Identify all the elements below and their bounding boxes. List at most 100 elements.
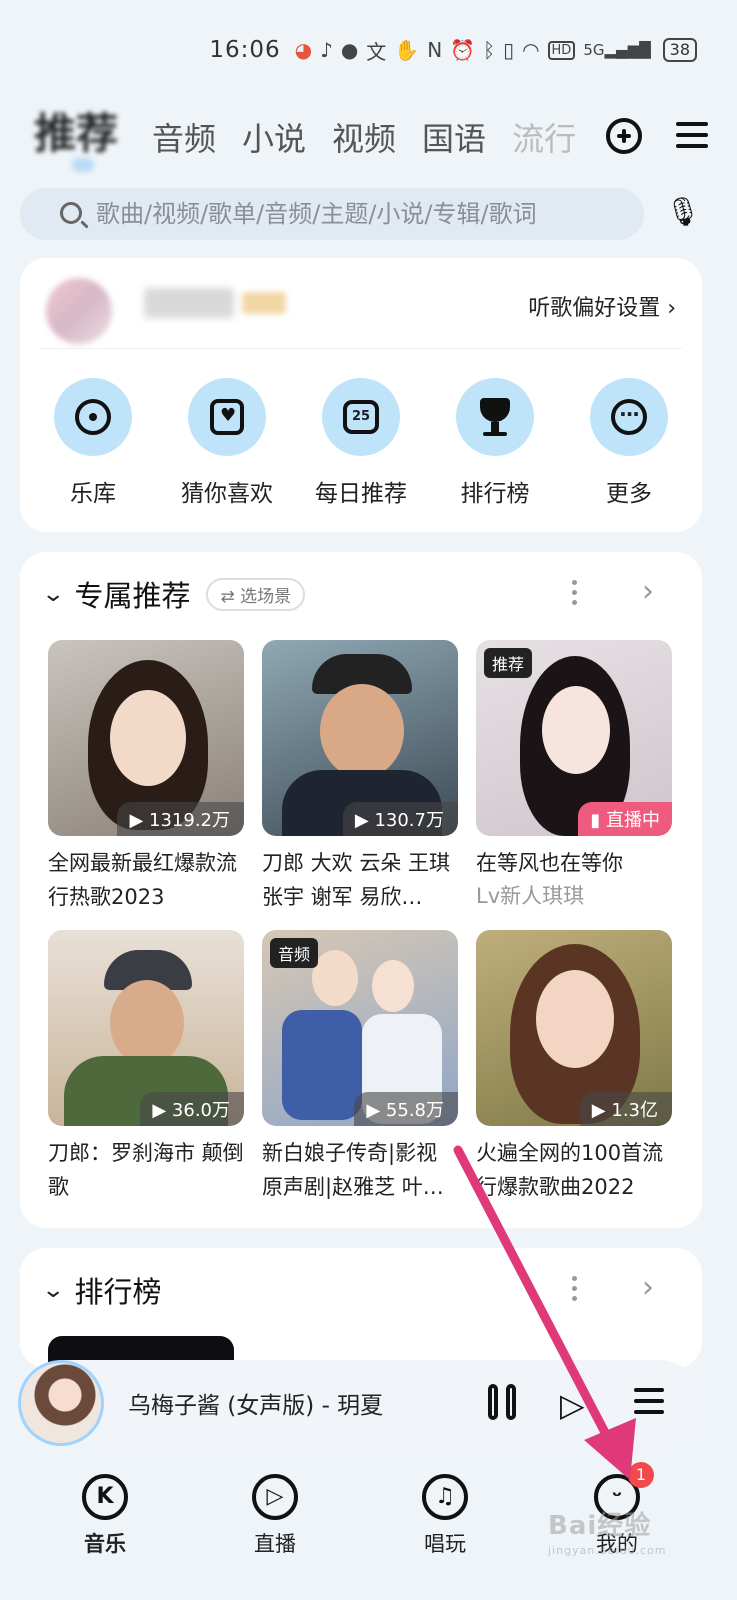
audio-item[interactable]: 音频 ▶ 55.8万 新白娘子传奇|影视原声剧|赵雅芝 叶… <box>262 930 458 1204</box>
vinyl-icon <box>54 378 132 456</box>
shortcut-row: 乐库 猜你喜欢 25 每日推荐 排行榜 ··· 更多 <box>20 378 702 508</box>
add-circle-icon[interactable] <box>606 118 642 154</box>
tab-recommend[interactable]: 推荐 <box>34 100 118 161</box>
chevron-right-icon[interactable]: › <box>642 574 654 609</box>
watermark-brand: Bai经验 <box>548 1511 652 1541</box>
live-title: 在等风也在等你 <box>476 851 623 875</box>
search-bar[interactable] <box>20 188 644 240</box>
nav-label: 音乐 <box>84 1532 126 1556</box>
live-cover: 推荐 ▮ 直播中 <box>476 640 672 836</box>
playlist-queue-icon[interactable] <box>634 1388 664 1421</box>
playlist-item[interactable]: ▶ 1.3亿 火遍全网的100首流行爆款歌曲2022 <box>476 930 672 1204</box>
microphone-icon[interactable]: 🎙 <box>664 193 702 231</box>
mini-player[interactable]: 乌梅子酱 (女声版) - 玥夏 ▷ <box>18 1360 702 1446</box>
play-count: ▶ 1.3亿 <box>579 1092 672 1126</box>
tab-audio[interactable]: 音频 <box>152 114 216 160</box>
play-count: ▶ 1319.2万 <box>117 802 244 836</box>
playlist-cover: ▶ 1.3亿 <box>476 930 672 1126</box>
shortcut-daily-recommend[interactable]: 25 每日推荐 <box>301 378 421 508</box>
active-tab-indicator <box>72 158 94 172</box>
music-k-icon: K <box>82 1474 128 1520</box>
watermark: Bai经验 jingyan.baidu.com <box>548 1505 667 1557</box>
app-icon: ◕ <box>294 38 313 62</box>
calendar-icon: 25 <box>322 378 400 456</box>
menu-icon[interactable] <box>676 122 708 150</box>
streamer-name: Lv新人琪琪 <box>476 884 585 908</box>
playlist-item[interactable]: ▶ 1319.2万 全网最新最红爆款流行热歌2023 <box>48 640 244 914</box>
now-playing-cover[interactable] <box>18 1360 104 1446</box>
playlist-cover: ▶ 130.7万 <box>262 640 458 836</box>
watermark-url: jingyan.baidu.com <box>548 1544 667 1557</box>
kebab-menu-icon[interactable] <box>572 1276 577 1306</box>
playlist-title: 刀郎：罗刹海市 颠倒歌 <box>48 1141 244 1199</box>
nav-label: 唱玩 <box>424 1532 466 1556</box>
playlist-cover: ▶ 1319.2万 <box>48 640 244 836</box>
playlist-title: 全网最新最红爆款流行热歌2023 <box>48 851 237 909</box>
nav-label: 直播 <box>254 1532 296 1556</box>
avatar[interactable] <box>46 278 112 344</box>
top-tab-bar: 推荐 音频 小说 视频 国语 流行 <box>0 98 737 178</box>
tab-novel[interactable]: 小说 <box>242 114 306 160</box>
hand-icon: ✋ <box>394 38 420 62</box>
nav-sing[interactable]: ♫ 唱玩 <box>400 1474 490 1558</box>
chevron-down-icon[interactable]: ⌄ <box>41 582 65 607</box>
trophy-icon <box>456 378 534 456</box>
heart-box-icon <box>188 378 266 456</box>
username-blurred <box>144 288 234 318</box>
shortcut-guess-you-like[interactable]: 猜你喜欢 <box>167 378 287 508</box>
shortcut-charts[interactable]: 排行榜 <box>435 378 555 508</box>
tiktok-icon: ♪ <box>320 38 333 62</box>
next-track-icon[interactable]: ▷ <box>560 1386 585 1424</box>
hd-icon: HD <box>547 40 576 60</box>
nav-live[interactable]: ▷ 直播 <box>230 1474 320 1558</box>
profile-card: 听歌偏好设置 › 乐库 猜你喜欢 25 每日推荐 排行榜 ··· 更多 <box>20 258 702 532</box>
play-count: ▶ 55.8万 <box>354 1092 458 1126</box>
shortcut-label: 排行榜 <box>460 481 530 507</box>
playlist-title: 火遍全网的100首流行爆款歌曲2022 <box>476 1141 664 1199</box>
sing-icon: ♫ <box>422 1474 468 1520</box>
playlist-item[interactable]: ▶ 36.0万 刀郎：罗刹海市 颠倒歌 <box>48 930 244 1204</box>
playlist-title: 新白娘子传奇|影视原声剧|赵雅芝 叶… <box>262 1141 444 1199</box>
more-icon: ··· <box>590 378 668 456</box>
kebab-menu-icon[interactable] <box>572 580 577 610</box>
shortcut-more[interactable]: ··· 更多 <box>569 378 689 508</box>
shortcut-label: 猜你喜欢 <box>181 481 273 507</box>
playlist-item[interactable]: ▶ 130.7万 刀郎 大欢 云朵 王琪 张宇 谢军 易欣… <box>262 640 458 914</box>
status-time: 16:06 <box>209 37 281 63</box>
exclusive-recommend-card: ⌄ 专属推荐 ⇄ 选场景 › ▶ 1319.2万 全网最新最红爆款流行热歌202… <box>20 552 702 1228</box>
tab-pop[interactable]: 流行 <box>512 114 576 160</box>
live-item[interactable]: 推荐 ▮ 直播中 在等风也在等你 Lv新人琪琪 <box>476 640 672 910</box>
listening-preference-link[interactable]: 听歌偏好设置 › <box>528 290 676 322</box>
bluetooth-icon: ᛒ <box>483 38 496 62</box>
nfc-icon: N <box>427 38 443 62</box>
tab-video[interactable]: 视频 <box>332 114 396 160</box>
tab-list: 音频 小说 视频 国语 流行 <box>152 114 576 160</box>
chevron-right-icon[interactable]: › <box>642 1270 654 1305</box>
nav-music[interactable]: K 音乐 <box>60 1474 150 1558</box>
audio-cover: 音频 ▶ 55.8万 <box>262 930 458 1126</box>
vibrate-icon: ▯ <box>503 38 515 62</box>
recommend-tag: 推荐 <box>484 648 533 678</box>
tab-mandarin[interactable]: 国语 <box>422 114 486 160</box>
now-playing-title[interactable]: 乌梅子酱 (女声版) - 玥夏 <box>128 1386 383 1420</box>
message-icon: ● <box>340 38 359 62</box>
playlist-title: 刀郎 大欢 云朵 王琪 张宇 谢军 易欣… <box>262 851 451 909</box>
divider <box>40 348 682 349</box>
shortcut-library[interactable]: 乐库 <box>33 378 153 508</box>
live-status-badge: ▮ 直播中 <box>578 802 672 836</box>
shortcut-label: 更多 <box>606 481 652 507</box>
section-header: ⌄ 排行榜 <box>41 1270 162 1310</box>
pause-button[interactable] <box>488 1384 522 1422</box>
search-input[interactable] <box>62 200 602 228</box>
text-icon: 文 <box>366 39 387 64</box>
playlist-cover: ▶ 36.0万 <box>48 930 244 1126</box>
vip-badge-blurred <box>242 292 286 314</box>
section-title: 专属推荐 <box>74 579 191 613</box>
alarm-icon: ⏰ <box>450 38 476 62</box>
section-header: ⌄ 专属推荐 ⇄ 选场景 <box>41 574 306 614</box>
section-title: 排行榜 <box>74 1275 162 1309</box>
chevron-down-icon[interactable]: ⌄ <box>41 1278 65 1303</box>
choose-scene-button[interactable]: ⇄ 选场景 <box>206 577 306 611</box>
live-icon: ▷ <box>252 1474 298 1520</box>
charts-card: ⌄ 排行榜 › <box>20 1248 702 1376</box>
